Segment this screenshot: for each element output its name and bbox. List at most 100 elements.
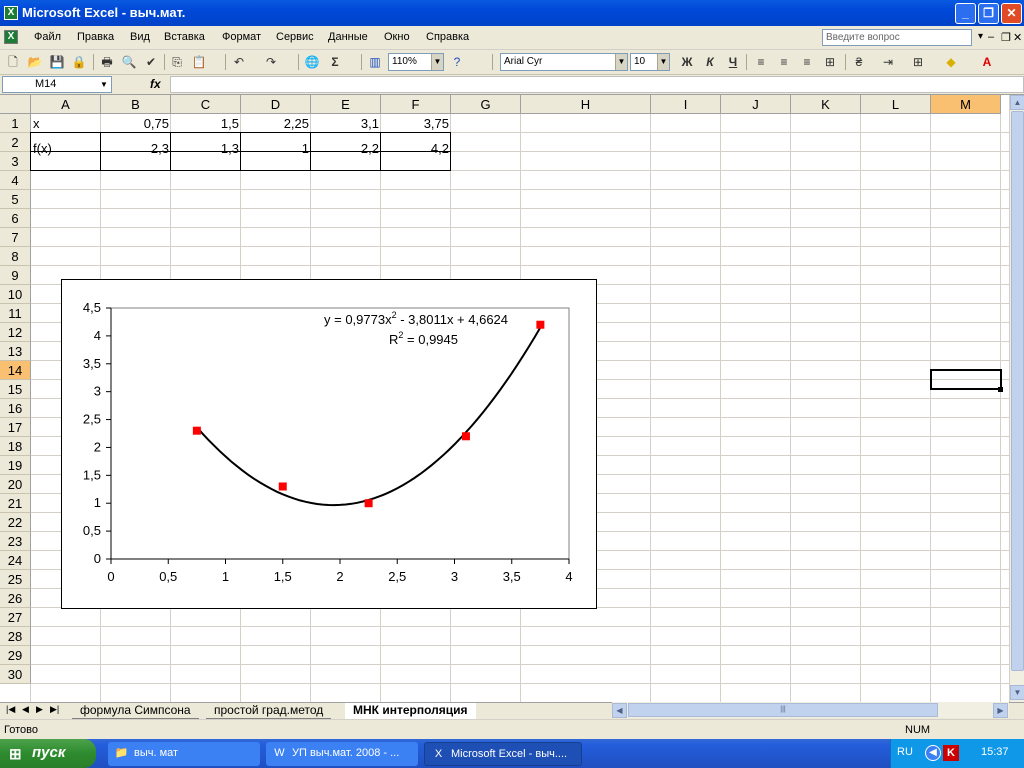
minimize-button[interactable]: _ — [955, 3, 976, 24]
row-header-15[interactable]: 15 — [0, 380, 31, 399]
row-header-19[interactable]: 19 — [0, 456, 31, 475]
autosum-icon[interactable]: Σ — [326, 53, 344, 71]
align-center-icon[interactable]: ≡ — [775, 53, 793, 71]
align-left-icon[interactable]: ≡ — [752, 53, 770, 71]
borders-icon[interactable]: ⊞ — [909, 53, 927, 71]
row-header-26[interactable]: 26 — [0, 589, 31, 608]
zoom-select[interactable]: 110% ▼ — [388, 53, 444, 71]
cell-d2[interactable]: 1 — [241, 139, 311, 158]
row-header-4[interactable]: 4 — [0, 171, 31, 190]
currency-icon[interactable]: ₴ — [850, 53, 868, 71]
menu-window[interactable]: Окно — [384, 31, 410, 43]
horizontal-scrollbar[interactable]: ◀ ||| ▶ — [612, 702, 1009, 718]
column-header-d[interactable]: D — [241, 95, 311, 114]
cell-a1[interactable]: x — [31, 114, 101, 133]
menu-tools[interactable]: Сервис — [276, 31, 314, 43]
fill-color-icon[interactable]: ◆ — [942, 53, 960, 71]
horizontal-scroll-thumb[interactable]: ||| — [628, 703, 938, 717]
fx-icon[interactable]: fx — [150, 77, 161, 91]
italic-button[interactable]: К — [701, 53, 719, 71]
start-button[interactable]: ⊞ пуск — [0, 739, 96, 768]
close-button[interactable]: ✕ — [1001, 3, 1022, 24]
redo-icon[interactable]: ↷ — [262, 53, 280, 71]
language-indicator[interactable]: RU — [897, 746, 913, 758]
indent-icon[interactable]: ⇥ — [879, 53, 897, 71]
column-header-f[interactable]: F — [381, 95, 451, 114]
cell-b1[interactable]: 0,75 — [101, 114, 171, 133]
cell-c2[interactable]: 1,3 — [171, 139, 241, 158]
cell-e2[interactable]: 2,2 — [311, 139, 381, 158]
row-header-27[interactable]: 27 — [0, 608, 31, 627]
scroll-down-icon[interactable]: ▼ — [1010, 685, 1024, 700]
sheet-tab-gradient[interactable]: простой град.метод — [206, 703, 332, 719]
scroll-left-icon[interactable]: ◀ — [612, 703, 627, 718]
cell-c1[interactable]: 1,5 — [171, 114, 241, 133]
prev-sheet-icon[interactable]: ◀ — [22, 704, 29, 715]
doc-close-icon[interactable]: ✕ — [1013, 31, 1022, 44]
undo-icon[interactable]: ↶ — [230, 53, 248, 71]
formula-input[interactable] — [170, 76, 1024, 93]
row-header-16[interactable]: 16 — [0, 399, 31, 418]
row-header-17[interactable]: 17 — [0, 418, 31, 437]
sheet-tab-mnk[interactable]: МНК интерполяция — [345, 703, 476, 719]
row-header-18[interactable]: 18 — [0, 437, 31, 456]
menu-edit[interactable]: Правка — [77, 31, 114, 43]
row-header-10[interactable]: 10 — [0, 285, 31, 304]
font-color-icon[interactable]: A — [978, 53, 996, 71]
next-sheet-icon[interactable]: ▶ — [36, 704, 43, 715]
menu-help[interactable]: Справка — [426, 31, 469, 43]
font-size-select[interactable]: 10 ▼ — [630, 53, 670, 71]
chart-area[interactable]: 0 0,5 1 1,5 2 2,5 3 3,5 4 0 0,5 1 1,5 2 2,5 3 3,5 4 4,5 y … — [61, 279, 597, 609]
row-header-12[interactable]: 12 — [0, 323, 31, 342]
hyperlink-icon[interactable]: 🌐 — [303, 53, 321, 71]
worksheet-grid[interactable]: A B C D E F G H I J K L M x 0,75 1,5 2,2… — [0, 95, 1009, 702]
cell-b2[interactable]: 2,3 — [101, 139, 171, 158]
help-icon[interactable]: ? — [448, 53, 466, 71]
column-header-h[interactable]: H — [521, 95, 651, 114]
scroll-right-icon[interactable]: ▶ — [993, 703, 1008, 718]
cell-f2[interactable]: 4,2 — [381, 139, 451, 158]
spelling-icon[interactable]: ✔ — [142, 53, 160, 71]
excel-app-icon[interactable]: X — [4, 6, 18, 20]
open-icon[interactable]: 📂 — [26, 53, 44, 71]
row-header-28[interactable]: 28 — [0, 627, 31, 646]
doc-restore-icon[interactable]: ❐ — [1001, 31, 1011, 44]
align-right-icon[interactable]: ≡ — [798, 53, 816, 71]
row-header-3[interactable]: 3 — [0, 152, 31, 171]
row-header-20[interactable]: 20 — [0, 475, 31, 494]
menu-view[interactable]: Вид — [130, 31, 150, 43]
cell-d1[interactable]: 2,25 — [241, 114, 311, 133]
restore-button[interactable]: ❐ — [978, 3, 999, 24]
row-header-8[interactable]: 8 — [0, 247, 31, 266]
column-header-j[interactable]: J — [721, 95, 791, 114]
row-header-1[interactable]: 1 — [0, 114, 31, 133]
column-header-l[interactable]: L — [861, 95, 931, 114]
menu-data[interactable]: Данные — [328, 31, 368, 43]
column-header-g[interactable]: G — [451, 95, 521, 114]
copy-icon[interactable]: ⎘ — [168, 53, 186, 71]
row-header-11[interactable]: 11 — [0, 304, 31, 323]
save-icon[interactable]: 💾 — [48, 53, 66, 71]
column-header-c[interactable]: C — [171, 95, 241, 114]
name-box[interactable]: M14 ▼ — [2, 76, 112, 93]
workbook-icon[interactable]: X — [4, 30, 18, 44]
row-header-29[interactable]: 29 — [0, 646, 31, 665]
task-excel[interactable]: X Microsoft Excel - выч.... — [424, 742, 582, 766]
merge-center-icon[interactable]: ⊞ — [821, 53, 839, 71]
font-name-select[interactable]: Arial Cyr ▼ — [500, 53, 628, 71]
last-sheet-icon[interactable]: ▶| — [50, 704, 59, 715]
underline-button[interactable]: Ч — [724, 53, 742, 71]
row-header-5[interactable]: 5 — [0, 190, 31, 209]
menu-file[interactable]: Файл — [34, 31, 61, 43]
row-header-30[interactable]: 30 — [0, 665, 31, 684]
column-header-k[interactable]: K — [791, 95, 861, 114]
menu-insert[interactable]: Вставка — [164, 31, 205, 43]
bold-button[interactable]: Ж — [678, 53, 696, 71]
sheet-tab-simpson[interactable]: формула Симпсона — [72, 703, 199, 719]
row-header-25[interactable]: 25 — [0, 570, 31, 589]
vertical-scrollbar[interactable]: ▲ ▼ — [1009, 95, 1024, 702]
first-sheet-icon[interactable]: |◀ — [6, 704, 15, 715]
print-preview-icon[interactable]: 🔍 — [120, 53, 138, 71]
row-header-6[interactable]: 6 — [0, 209, 31, 228]
column-header-a[interactable]: A — [31, 95, 101, 114]
